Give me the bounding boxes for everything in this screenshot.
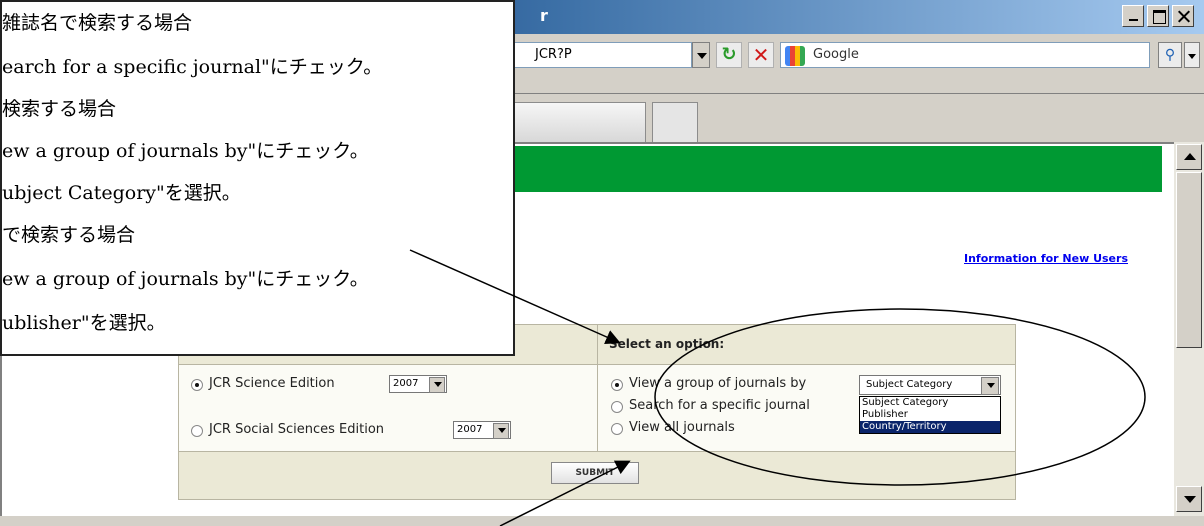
- callout-line: 雑誌名で検索する場合: [2, 12, 193, 34]
- search-journal-radio[interactable]: [611, 401, 623, 413]
- annotation-callout: 雑誌名で検索する場合 earch for a specific journal"…: [0, 0, 515, 356]
- form-footer: SUBMIT: [179, 451, 1015, 499]
- social-edition-label: JCR Social Sciences Edition: [209, 422, 385, 437]
- window-title: r: [540, 6, 548, 25]
- science-year-select[interactable]: 2007: [389, 375, 447, 393]
- callout-line: ubject Category"を選択。: [2, 182, 241, 204]
- callout-line: 検索する場合: [2, 98, 117, 120]
- dropdown-option[interactable]: Publisher: [860, 409, 1000, 421]
- science-edition-radio[interactable]: [191, 379, 203, 391]
- callout-line: ew a group of journals by"にチェック。: [2, 268, 369, 290]
- search-options-button[interactable]: [1184, 42, 1200, 68]
- view-all-radio[interactable]: [611, 423, 623, 435]
- tab-new[interactable]: [652, 102, 698, 142]
- google-logo-icon: [785, 46, 805, 66]
- callout-line: で検索する場合: [2, 224, 136, 246]
- refresh-icon[interactable]: ↻: [716, 42, 742, 68]
- social-edition-radio[interactable]: [191, 425, 203, 437]
- scroll-down-button[interactable]: [1176, 486, 1202, 512]
- info-new-users-link[interactable]: Information for New Users: [964, 252, 1128, 265]
- maximize-button[interactable]: [1147, 5, 1169, 27]
- options-header: Select an option:: [609, 337, 725, 351]
- dropdown-option[interactable]: Subject Category: [860, 397, 1000, 409]
- callout-line: ublisher"を選択。: [2, 312, 166, 334]
- search-icon[interactable]: ⚲: [1158, 42, 1182, 68]
- view-all-label: View all journals: [629, 420, 735, 435]
- science-edition-label: JCR Science Edition: [209, 376, 335, 391]
- callout-line: earch for a specific journal"にチェック。: [2, 56, 383, 78]
- group-by-dropdown: Subject Category Publisher Country/Terri…: [859, 396, 1001, 434]
- search-box[interactable]: Google: [780, 42, 1150, 68]
- callout-line: ew a group of journals by"にチェック。: [2, 140, 369, 162]
- social-year-select[interactable]: 2007: [453, 421, 511, 439]
- close-button[interactable]: [1172, 5, 1194, 27]
- dropdown-option-highlighted[interactable]: Country/Territory: [860, 421, 1000, 433]
- group-by-select[interactable]: Subject Category: [859, 375, 1001, 395]
- column-divider: [597, 325, 598, 451]
- address-bar[interactable]: JCR?P: [510, 42, 692, 68]
- submit-button[interactable]: SUBMIT: [551, 462, 639, 484]
- vertical-scrollbar[interactable]: [1174, 142, 1204, 516]
- window-controls: [1122, 5, 1194, 27]
- address-dropdown-button[interactable]: [692, 42, 710, 68]
- search-placeholder: Google: [813, 47, 859, 62]
- view-group-radio[interactable]: [611, 379, 623, 391]
- scroll-up-button[interactable]: [1176, 144, 1202, 170]
- search-journal-label: Search for a specific journal: [629, 398, 810, 413]
- minimize-button[interactable]: [1122, 5, 1144, 27]
- scroll-thumb[interactable]: [1176, 172, 1202, 348]
- view-group-label: View a group of journals by: [629, 376, 807, 391]
- stop-icon[interactable]: ✕: [748, 42, 774, 68]
- browser-window: r JCR?P ↻ ✕ Google ⚲ Information for New…: [0, 0, 1204, 526]
